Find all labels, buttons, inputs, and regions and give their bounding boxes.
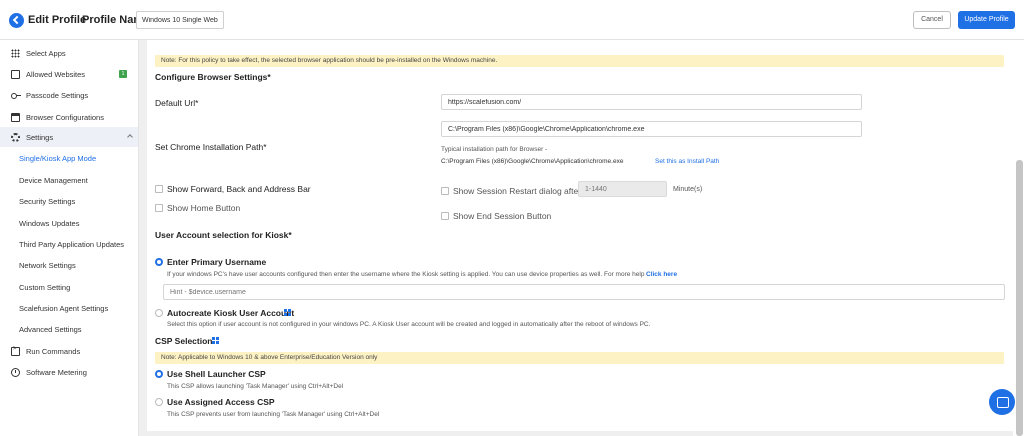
- cancel-button[interactable]: Cancel: [913, 11, 951, 29]
- enter-primary-label: Enter Primary Username: [167, 257, 267, 267]
- autocreate-label: Autocreate Kiosk User Account: [167, 308, 295, 318]
- gear-icon: [11, 132, 20, 142]
- sidebar-subitem-advanced-settings[interactable]: Advanced Settings: [19, 325, 82, 334]
- assigned-access-label: Use Assigned Access CSP: [167, 397, 275, 407]
- sidebar-item-label: Select Apps: [26, 48, 66, 58]
- sidebar-item-label: Browser Configurations: [26, 112, 104, 122]
- sidebar-item-label: Settings: [26, 132, 54, 142]
- sidebar-subitem-security-settings[interactable]: Security Settings: [19, 197, 75, 206]
- sidebar-item-allowed-websites[interactable]: Allowed Websites 1: [0, 64, 138, 84]
- shell-launcher-label: Use Shell Launcher CSP: [167, 369, 266, 379]
- sidebar-item-software-metering[interactable]: Software Metering: [0, 362, 138, 382]
- sidebar-subitem-windows-updates[interactable]: Windows Updates: [19, 219, 79, 228]
- browser-icon: [11, 112, 20, 122]
- sidebar: Select Apps Allowed Websites 1 Passcode …: [0, 40, 139, 436]
- sidebar-item-browser-configurations[interactable]: Browser Configurations: [0, 107, 138, 127]
- minutes-label: Minute(s): [673, 186, 703, 193]
- csp-note: Note: Applicable to Windows 10 & above E…: [155, 352, 1004, 364]
- sidebar-subitem-third-party-updates[interactable]: Third Party Application Updates: [19, 240, 124, 249]
- update-profile-button[interactable]: Update Profile: [958, 11, 1015, 29]
- session-restart-label: Show Session Restart dialog after: [453, 186, 582, 196]
- sidebar-item-passcode-settings[interactable]: Passcode Settings: [0, 85, 138, 105]
- set-install-path-link[interactable]: Set this as Install Path: [655, 158, 719, 165]
- typical-path-label: Typical installation path for Browser -: [441, 146, 548, 153]
- sidebar-subitem-network-settings[interactable]: Network Settings: [19, 261, 76, 270]
- primary-username-input[interactable]: [163, 284, 1005, 300]
- autocreate-desc: Select this option if user account is no…: [167, 321, 651, 328]
- session-restart-checkbox[interactable]: [441, 187, 449, 195]
- assigned-access-radio[interactable]: [155, 398, 163, 406]
- show-home-checkbox[interactable]: [155, 204, 163, 212]
- count-badge: 1: [119, 70, 127, 78]
- default-url-label: Default Url*: [155, 98, 199, 108]
- meter-icon: [11, 367, 20, 377]
- chat-support-button[interactable]: [989, 389, 1015, 415]
- assigned-access-desc: This CSP prevents user from launching 'T…: [167, 411, 380, 418]
- show-forward-checkbox[interactable]: [155, 185, 163, 193]
- sidebar-item-label: Allowed Websites: [26, 69, 86, 79]
- configure-browser-heading: Configure Browser Settings*: [155, 72, 271, 82]
- end-session-checkbox[interactable]: [441, 212, 449, 220]
- sidebar-subitem-agent-settings[interactable]: Scalefusion Agent Settings: [19, 304, 108, 313]
- chevron-up-icon: [127, 134, 133, 140]
- sidebar-item-run-commands[interactable]: Run Commands: [0, 341, 138, 361]
- back-arrow-icon[interactable]: [9, 13, 24, 28]
- sidebar-item-label: Software Metering: [26, 367, 87, 377]
- show-home-label: Show Home Button: [167, 203, 241, 213]
- windows-icon: [284, 309, 291, 316]
- autocreate-radio[interactable]: [155, 309, 163, 317]
- terminal-icon: [11, 346, 20, 356]
- session-minutes-input[interactable]: [578, 181, 667, 197]
- top-header: Edit Profile Profile Name Cancel Update …: [0, 0, 1024, 40]
- sidebar-item-settings[interactable]: Settings: [0, 127, 138, 147]
- grid-icon: [11, 48, 20, 58]
- browser-note: Note: For this policy to take effect, th…: [155, 55, 1004, 67]
- enter-primary-desc: If your windows PC's have user accounts …: [167, 271, 645, 278]
- windows-icon: [212, 337, 219, 344]
- shell-launcher-desc: This CSP allows launching 'Task Manager'…: [167, 383, 344, 390]
- profile-name-input[interactable]: [136, 11, 224, 29]
- page-title: Edit Profile: [28, 14, 87, 26]
- typical-path-value: C:\Program Files (x86)\Google\Chrome\App…: [441, 158, 624, 165]
- sidebar-subitem-custom-setting[interactable]: Custom Setting: [19, 283, 70, 292]
- key-icon: [11, 91, 21, 100]
- chrome-path-label: Set Chrome Installation Path*: [155, 142, 267, 152]
- chrome-path-input[interactable]: [441, 121, 862, 137]
- click-here-link[interactable]: Click here: [646, 271, 677, 278]
- window-icon: [11, 69, 20, 79]
- sidebar-item-label: Passcode Settings: [26, 90, 89, 100]
- csp-heading: CSP Selection: [155, 336, 213, 346]
- show-forward-label: Show Forward, Back and Address Bar: [167, 184, 311, 194]
- sidebar-subitem-single-kiosk[interactable]: Single/Kiosk App Mode: [19, 154, 96, 163]
- end-session-label: Show End Session Button: [453, 211, 552, 221]
- sidebar-item-select-apps[interactable]: Select Apps: [0, 43, 138, 63]
- shell-launcher-radio[interactable]: [155, 370, 163, 378]
- default-url-input[interactable]: [441, 94, 862, 110]
- user-account-heading: User Account selection for Kiosk*: [155, 230, 292, 240]
- scrollbar[interactable]: [1016, 160, 1023, 436]
- sidebar-item-label: Run Commands: [26, 346, 81, 356]
- sidebar-subitem-device-management[interactable]: Device Management: [19, 176, 88, 185]
- enter-primary-radio[interactable]: [155, 258, 163, 266]
